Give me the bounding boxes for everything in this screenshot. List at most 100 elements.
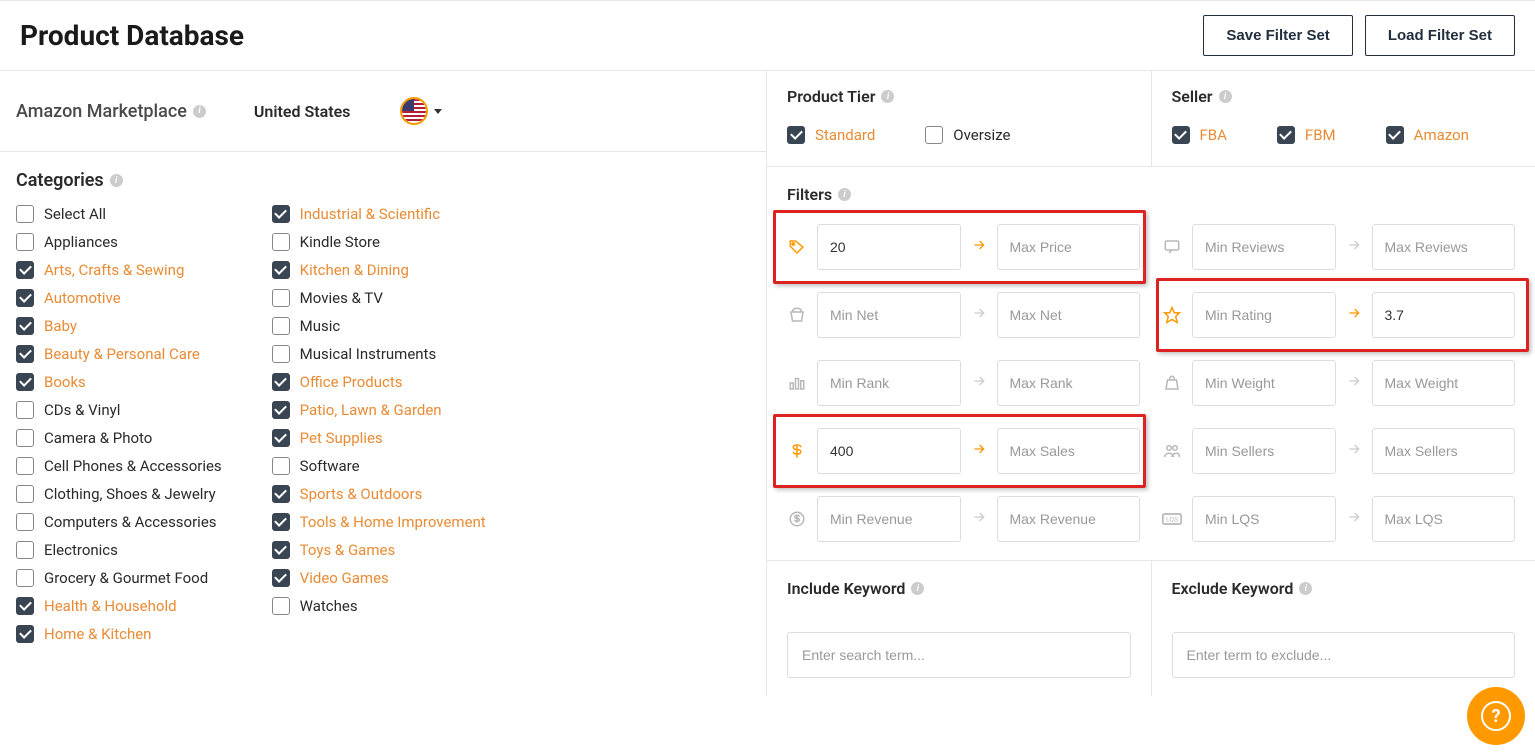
rank-min-input[interactable]: [817, 360, 961, 406]
category-checkbox[interactable]: Industrial & Scientific: [272, 205, 486, 223]
checkbox-icon: [16, 401, 34, 419]
net-max-input[interactable]: [997, 292, 1141, 338]
keyword-row: Include Keyword i Exclude Keyword i: [767, 561, 1535, 696]
category-checkbox[interactable]: Kitchen & Dining: [272, 261, 486, 279]
category-checkbox[interactable]: Tools & Home Improvement: [272, 513, 486, 531]
rating-max-input[interactable]: [1372, 292, 1516, 338]
us-flag-icon: [400, 97, 428, 125]
checkbox-icon: [16, 569, 34, 587]
load-filter-set-button[interactable]: Load Filter Set: [1365, 15, 1515, 56]
category-checkbox[interactable]: Kindle Store: [272, 233, 486, 251]
category-checkbox[interactable]: Movies & TV: [272, 289, 486, 307]
fba-checkbox[interactable]: FBA: [1172, 126, 1227, 144]
category-checkbox[interactable]: Computers & Accessories: [16, 513, 222, 531]
category-checkbox[interactable]: Select All: [16, 205, 222, 223]
category-checkbox[interactable]: Health & Household: [16, 597, 222, 615]
category-columns: Select All Appliances Arts, Crafts & Sewin…: [16, 205, 750, 643]
category-checkbox[interactable]: Camera & Photo: [16, 429, 222, 447]
revenue-filter-row: [787, 496, 1140, 542]
category-checkbox[interactable]: Electronics: [16, 541, 222, 559]
seller-heading-text: Seller: [1172, 87, 1213, 106]
category-checkbox[interactable]: Home & Kitchen: [16, 625, 222, 643]
checkbox-icon: [16, 233, 34, 251]
filters-grid: LQS: [787, 224, 1515, 542]
sellers-max-input[interactable]: [1372, 428, 1516, 474]
fbm-label: FBM: [1305, 126, 1336, 144]
checkbox-icon: [272, 513, 290, 531]
exclude-keyword-input[interactable]: [1172, 632, 1516, 678]
category-label: Patio, Lawn & Garden: [300, 401, 442, 419]
category-checkbox[interactable]: Appliances: [16, 233, 222, 251]
save-filter-set-button[interactable]: Save Filter Set: [1203, 15, 1352, 56]
price-filter-row: [787, 224, 1140, 270]
category-checkbox[interactable]: Office Products: [272, 373, 486, 391]
marketplace-row: Amazon Marketplace i United States: [0, 71, 766, 152]
chevron-down-icon: [434, 109, 442, 114]
category-checkbox[interactable]: Pet Supplies: [272, 429, 486, 447]
right-top-row: Product Tier i Standard Oversize Sel: [767, 71, 1535, 167]
reviews-max-input[interactable]: [1372, 224, 1516, 270]
rank-max-input[interactable]: [997, 360, 1141, 406]
fbm-checkbox[interactable]: FBM: [1277, 126, 1336, 144]
category-label: Beauty & Personal Care: [44, 345, 200, 363]
category-checkbox[interactable]: Patio, Lawn & Garden: [272, 401, 486, 419]
category-checkbox[interactable]: Clothing, Shoes & Jewelry: [16, 485, 222, 503]
category-label: Automotive: [44, 289, 121, 307]
price-max-input[interactable]: [997, 224, 1141, 270]
amazon-checkbox[interactable]: Amazon: [1386, 126, 1469, 144]
revenue-min-input[interactable]: [817, 496, 961, 542]
category-checkbox[interactable]: Video Games: [272, 569, 486, 587]
standard-checkbox[interactable]: Standard: [787, 126, 875, 144]
rank-filter-row: [787, 360, 1140, 406]
category-checkbox[interactable]: Beauty & Personal Care: [16, 345, 222, 363]
checkbox-icon: [16, 513, 34, 531]
category-checkbox[interactable]: Arts, Crafts & Sewing: [16, 261, 222, 279]
standard-label: Standard: [815, 126, 875, 144]
category-checkbox[interactable]: Musical Instruments: [272, 345, 486, 363]
category-checkbox[interactable]: Automotive: [16, 289, 222, 307]
help-button[interactable]: ?: [1467, 687, 1525, 745]
product-tier-section: Product Tier i Standard Oversize: [767, 71, 1152, 166]
category-checkbox[interactable]: Baby: [16, 317, 222, 335]
weight-max-input[interactable]: [1372, 360, 1516, 406]
checkbox-icon: [16, 373, 34, 391]
info-icon: i: [881, 90, 894, 103]
product-tier-heading: Product Tier i: [787, 87, 1131, 106]
lqs-max-input[interactable]: [1372, 496, 1516, 542]
reviews-min-input[interactable]: [1192, 224, 1336, 270]
include-keyword-heading-text: Include Keyword: [787, 579, 905, 598]
revenue-max-input[interactable]: [997, 496, 1141, 542]
include-keyword-input[interactable]: [787, 632, 1131, 678]
category-checkbox[interactable]: Books: [16, 373, 222, 391]
marketplace-flag-dropdown[interactable]: [370, 97, 442, 125]
sellers-filter-row: [1162, 428, 1515, 474]
price-min-input[interactable]: [817, 224, 961, 270]
checkbox-icon: [16, 261, 34, 279]
category-checkbox[interactable]: CDs & Vinyl: [16, 401, 222, 419]
category-checkbox[interactable]: Sports & Outdoors: [272, 485, 486, 503]
net-min-input[interactable]: [817, 292, 961, 338]
rating-min-input[interactable]: [1192, 292, 1336, 338]
net-filter-row: [787, 292, 1140, 338]
weight-min-input[interactable]: [1192, 360, 1336, 406]
category-checkbox[interactable]: Music: [272, 317, 486, 335]
checkbox-icon: [272, 261, 290, 279]
lqs-icon: LQS: [1162, 512, 1182, 526]
category-label: Video Games: [300, 569, 389, 587]
category-label: Musical Instruments: [300, 345, 437, 363]
category-checkbox[interactable]: Grocery & Gourmet Food: [16, 569, 222, 587]
category-checkbox[interactable]: Watches: [272, 597, 486, 615]
sellers-min-input[interactable]: [1192, 428, 1336, 474]
seller-heading: Seller i: [1172, 87, 1516, 106]
category-checkbox[interactable]: Toys & Games: [272, 541, 486, 559]
category-checkbox[interactable]: Cell Phones & Accessories: [16, 457, 222, 475]
category-label: Select All: [44, 205, 106, 223]
oversize-checkbox[interactable]: Oversize: [925, 126, 1010, 144]
lqs-min-input[interactable]: [1192, 496, 1336, 542]
filters-section: Filters i LQS: [767, 167, 1535, 561]
category-checkbox[interactable]: Software: [272, 457, 486, 475]
sales-min-input[interactable]: [817, 428, 961, 474]
sales-max-input[interactable]: [997, 428, 1141, 474]
category-label: Music: [300, 317, 341, 335]
arrow-right-icon: [971, 509, 987, 529]
